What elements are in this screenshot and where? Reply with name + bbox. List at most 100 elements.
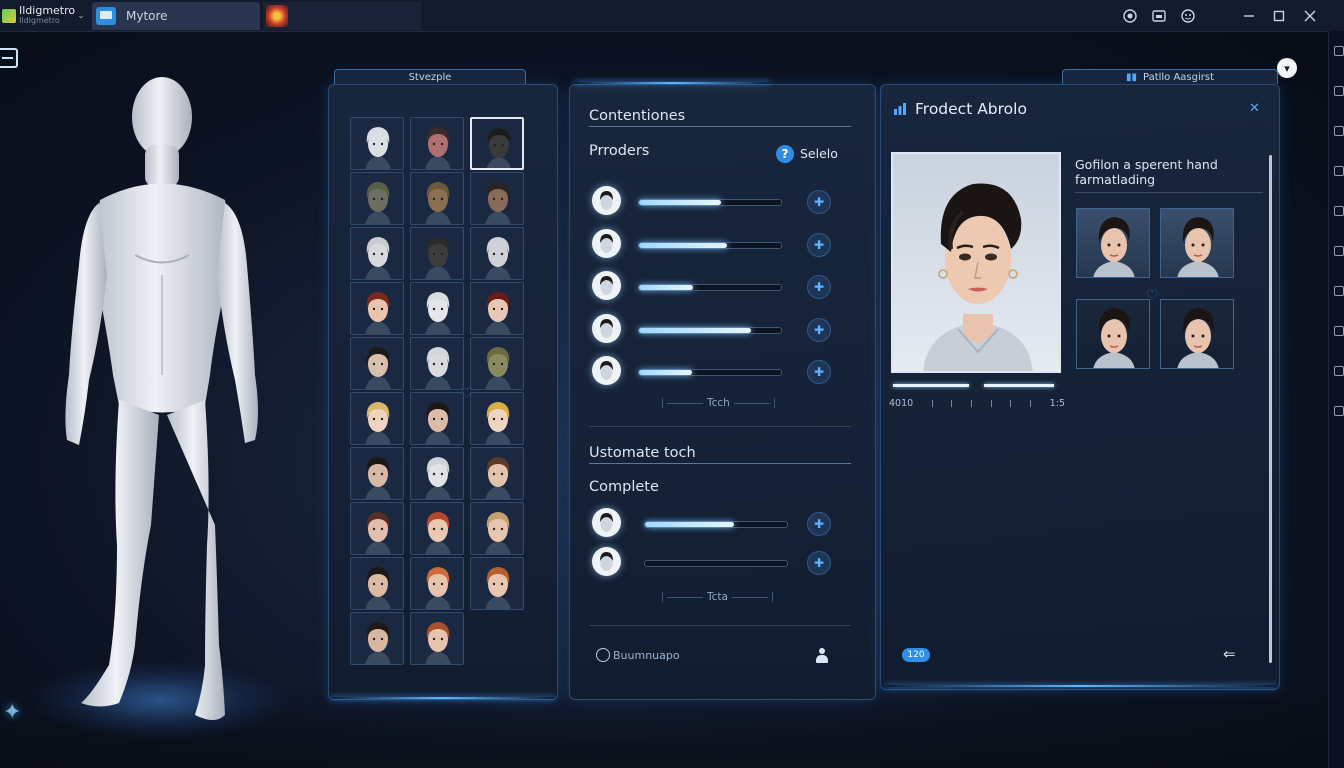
maximize-icon[interactable] xyxy=(1270,7,1288,25)
product-panel-tab[interactable]: ▮▮ Patllo Aasgirst xyxy=(1062,69,1278,84)
hairstyle-option[interactable] xyxy=(350,392,404,445)
hairstyle-option[interactable] xyxy=(410,447,464,500)
slider-fill xyxy=(639,200,721,205)
randomize-icon[interactable]: ✚ xyxy=(807,318,831,342)
main-portrait[interactable] xyxy=(891,152,1061,373)
hairstyle-option[interactable] xyxy=(350,502,404,555)
hairstyle-option[interactable] xyxy=(470,392,524,445)
tool-icon[interactable] xyxy=(1334,406,1344,416)
chevron-down-icon[interactable]: ⌄ xyxy=(77,11,85,21)
slider-track[interactable] xyxy=(644,521,788,528)
slider-track[interactable] xyxy=(638,369,782,376)
hairstyle-option[interactable] xyxy=(410,392,464,445)
hairstyle-option[interactable] xyxy=(410,557,464,610)
preset-thumbnail-icon[interactable] xyxy=(592,547,621,576)
timeline-scrubber[interactable] xyxy=(893,384,1061,388)
heart-icon[interactable]: ♡ xyxy=(1146,288,1159,304)
slider-track[interactable] xyxy=(638,199,782,206)
tab-mytore[interactable]: Mytore xyxy=(92,2,260,30)
hairstyle-option[interactable] xyxy=(350,282,404,335)
portrait-variant-1[interactable] xyxy=(1076,208,1150,278)
tool-icon[interactable] xyxy=(1334,326,1344,336)
randomize-icon[interactable]: ✚ xyxy=(807,275,831,299)
count-badge[interactable]: 120 xyxy=(902,648,930,662)
hairstyle-option[interactable] xyxy=(410,282,464,335)
pin-icon[interactable]: ✕ xyxy=(1249,101,1260,116)
randomize-icon[interactable]: ✚ xyxy=(807,360,831,384)
heart-icon[interactable]: ♡ xyxy=(461,386,474,402)
back-icon[interactable]: ⇐ xyxy=(1223,645,1236,663)
randomize-icon[interactable]: ✚ xyxy=(807,551,831,575)
minimize-icon[interactable] xyxy=(1240,7,1258,25)
avatar-body-model[interactable] xyxy=(55,75,270,730)
sidebar-toggle-icon[interactable] xyxy=(0,48,18,68)
preset-thumbnail-icon[interactable] xyxy=(592,356,621,385)
preset-thumbnail-icon[interactable] xyxy=(592,271,621,300)
hairstyle-option[interactable] xyxy=(410,502,464,555)
slider-fill xyxy=(639,328,751,333)
hairstyle-option[interactable] xyxy=(410,172,464,225)
hairstyle-option[interactable] xyxy=(470,557,524,610)
hairstyle-option[interactable] xyxy=(410,227,464,280)
footer-button[interactable]: Buumnuapo xyxy=(596,648,680,662)
hairstyle-option[interactable] xyxy=(470,117,524,170)
help-label[interactable]: Selelo xyxy=(800,146,838,161)
hairstyle-option[interactable] xyxy=(470,172,524,225)
settings-icon[interactable] xyxy=(1179,7,1197,25)
hairstyle-option[interactable] xyxy=(350,612,404,665)
face-thumbnail-icon xyxy=(1161,300,1234,369)
portrait-variant-4[interactable] xyxy=(1160,299,1234,369)
randomize-icon[interactable]: ✚ xyxy=(807,512,831,536)
pager-1[interactable]: Tcch xyxy=(662,397,775,409)
preset-thumbnail-icon[interactable] xyxy=(592,508,621,537)
hairstyle-option[interactable] xyxy=(410,337,464,390)
tool-icon[interactable] xyxy=(1334,166,1344,176)
preset-thumbnail-icon[interactable] xyxy=(592,186,621,215)
hairstyle-option[interactable] xyxy=(410,117,464,170)
randomize-icon[interactable]: ✚ xyxy=(807,233,831,257)
tool-icon[interactable] xyxy=(1334,246,1344,256)
face-thumbnail-icon xyxy=(351,558,404,610)
hairstyle-option[interactable] xyxy=(470,502,524,555)
scrollbar[interactable] xyxy=(1269,155,1272,663)
tool-icon[interactable] xyxy=(1334,206,1344,216)
hairstyle-option[interactable] xyxy=(470,447,524,500)
tool-icon[interactable] xyxy=(1334,366,1344,376)
hairstyle-option[interactable] xyxy=(470,337,524,390)
shield-icon[interactable]: ▾ xyxy=(1277,58,1297,78)
person-icon[interactable] xyxy=(816,648,828,664)
tool-icon[interactable] xyxy=(1334,46,1344,56)
help-icon[interactable]: ? xyxy=(776,145,794,163)
hairstyle-option[interactable] xyxy=(350,172,404,225)
preset-thumbnail-icon[interactable] xyxy=(592,229,621,258)
preset-thumbnail-icon[interactable] xyxy=(592,314,621,343)
hairstyle-option[interactable] xyxy=(350,117,404,170)
tab-game[interactable] xyxy=(263,2,421,30)
portrait-variant-3[interactable] xyxy=(1076,299,1150,369)
hairstyle-option[interactable] xyxy=(350,557,404,610)
screenshot-icon[interactable] xyxy=(1150,7,1168,25)
tool-icon[interactable] xyxy=(1334,286,1344,296)
slider-track[interactable] xyxy=(638,327,782,334)
section-title-ustomate: Ustomate toch xyxy=(589,445,696,461)
portrait-variant-2[interactable] xyxy=(1160,208,1234,278)
close-icon[interactable] xyxy=(1301,7,1319,25)
hairstyle-option[interactable] xyxy=(410,612,464,665)
face-thumbnail-icon xyxy=(351,393,404,445)
app-tab[interactable]: Ildigmetro Ildigmetro ⌄ xyxy=(0,2,88,30)
record-icon[interactable] xyxy=(1121,7,1139,25)
randomize-icon[interactable]: ✚ xyxy=(807,190,831,214)
proportion-slider-row: ✚ xyxy=(592,314,832,344)
hairstyle-option[interactable] xyxy=(350,227,404,280)
slider-track[interactable] xyxy=(638,284,782,291)
hairstyle-option[interactable] xyxy=(350,337,404,390)
slider-track[interactable] xyxy=(644,560,788,567)
hairstyle-option[interactable] xyxy=(350,447,404,500)
pager-2[interactable]: Tcta xyxy=(662,591,773,603)
tool-icon[interactable] xyxy=(1334,126,1344,136)
slider-track[interactable] xyxy=(638,242,782,249)
hairstyle-panel-tab[interactable]: Stvezple xyxy=(334,69,526,84)
hairstyle-option[interactable] xyxy=(470,227,524,280)
hairstyle-option[interactable] xyxy=(470,282,524,335)
tool-icon[interactable] xyxy=(1334,86,1344,96)
